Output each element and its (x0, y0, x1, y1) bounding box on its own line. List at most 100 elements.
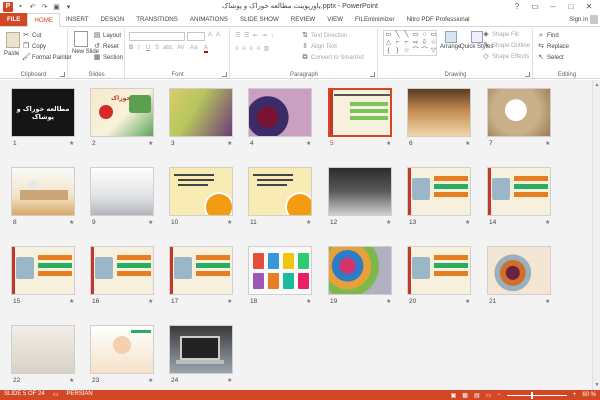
rectangle-shape-icon[interactable]: ▭ (384, 31, 393, 39)
redo-icon[interactable]: ↷ (40, 2, 49, 11)
shape-outline-button[interactable]: ✎ Shape Outline (482, 42, 530, 50)
ribbon-display-options-icon[interactable]: ▭ (526, 0, 544, 12)
slide-thumbnail[interactable] (487, 167, 551, 216)
increase-font-icon[interactable]: A (208, 32, 212, 38)
slide-thumbnail[interactable] (407, 88, 471, 137)
zoom-in-button[interactable]: + (573, 392, 577, 398)
maximize-button[interactable]: □ (562, 0, 580, 12)
paste-button[interactable]: Paste (4, 51, 19, 57)
tab-nitro-pdf[interactable]: Nitro PDF Professional (401, 13, 476, 26)
slide-thumbnail[interactable] (248, 246, 312, 295)
alignment-icon[interactable]: ≡ ≡ ≡ ≡ ▥ (235, 45, 270, 52)
slide-thumbnail[interactable] (90, 325, 154, 374)
layout-button[interactable]: ▤ Layout (93, 32, 121, 40)
brace-shape-icon[interactable]: { (384, 47, 393, 55)
paste-icon[interactable] (6, 32, 20, 48)
find-button[interactable]: ⌕ Find (537, 32, 559, 40)
slide-sorter-view-icon[interactable]: ▦ (462, 392, 468, 399)
minimize-button[interactable]: – (544, 0, 562, 12)
transition-star-icon[interactable]: ★ (465, 140, 470, 147)
paragraph-launcher-icon[interactable] (370, 72, 375, 77)
convert-smartart-button[interactable]: ⧉ Convert to SmartArt (301, 54, 365, 62)
copy-button[interactable]: ❐ Copy (22, 43, 46, 51)
underline-button[interactable]: U (146, 45, 150, 51)
arrow-down-shape-icon[interactable]: ⇩ (420, 39, 429, 47)
tab-slide-show[interactable]: SLIDE SHOW (234, 13, 285, 26)
transition-star-icon[interactable]: ★ (227, 377, 232, 384)
tab-design[interactable]: DESIGN (95, 13, 131, 26)
connector-shape-icon[interactable]: ⌐ (393, 39, 402, 47)
scroll-down-icon[interactable]: ▼ (594, 382, 600, 388)
section-button[interactable]: ▦ Section (93, 54, 123, 62)
save-icon[interactable]: ▪ (16, 2, 25, 11)
transition-star-icon[interactable]: ★ (465, 298, 470, 305)
line-shape-icon[interactable]: ╲ (393, 31, 402, 39)
sign-in-link[interactable]: Sign in (569, 16, 588, 23)
transition-star-icon[interactable]: ★ (306, 298, 311, 305)
arc-shape-icon[interactable]: ⌒ (411, 47, 420, 55)
slide-thumbnail[interactable] (11, 246, 75, 295)
slide-count-status[interactable]: SLIDE 5 OF 24 (4, 391, 45, 398)
transition-star-icon[interactable]: ★ (69, 219, 74, 226)
transition-star-icon[interactable]: ★ (69, 298, 74, 305)
bullets-icon[interactable]: ☰ ☰ ⇤ ⇥ ↕ (235, 32, 274, 39)
transition-star-icon[interactable]: ★ (545, 298, 550, 305)
arrange-button[interactable]: Arrange (440, 31, 461, 50)
tab-review[interactable]: REVIEW (285, 13, 321, 26)
zoom-slider[interactable] (506, 391, 567, 399)
transition-star-icon[interactable]: ★ (306, 140, 311, 147)
slide-thumbnail[interactable]: خوراک (90, 88, 154, 137)
clipboard-launcher-icon[interactable] (60, 72, 65, 77)
transition-star-icon[interactable]: ★ (386, 298, 391, 305)
italic-button[interactable]: I (138, 45, 140, 51)
transition-star-icon[interactable]: ★ (306, 219, 311, 226)
slide-thumbnail[interactable] (487, 246, 551, 295)
shapes-gallery[interactable]: ▭ ╲ ╲ ▭ ○ ▭ △ ⌐ ⌐ ⇨ ⇩ ☆ { } ☆ ⌒ ⌒ ▽ (383, 30, 437, 56)
transition-star-icon[interactable]: ★ (148, 140, 153, 147)
vertical-scrollbar[interactable]: ▲ ▼ (592, 80, 600, 390)
shape-effects-button[interactable]: ◇ Shape Effects (482, 53, 529, 61)
replace-button[interactable]: ⇆ Replace (537, 43, 569, 51)
slide-thumbnail[interactable] (169, 325, 233, 374)
transition-star-icon[interactable]: ★ (386, 219, 391, 226)
transition-star-icon[interactable]: ★ (148, 377, 153, 384)
character-spacing-button[interactable]: AV (177, 45, 185, 51)
triangle-shape-icon[interactable]: △ (384, 39, 393, 47)
align-text-button[interactable]: ⇳ Align Text (301, 43, 337, 51)
transition-star-icon[interactable]: ★ (465, 219, 470, 226)
arc-shape-icon[interactable]: ⌒ (420, 47, 429, 55)
slide-thumbnail[interactable] (328, 88, 392, 137)
zoom-level[interactable]: 60 % (582, 392, 596, 398)
transition-star-icon[interactable]: ★ (227, 219, 232, 226)
bold-button[interactable]: B (129, 45, 133, 51)
transition-star-icon[interactable]: ★ (227, 298, 232, 305)
language-status[interactable]: PERSIAN (66, 391, 92, 398)
zoom-slider-thumb[interactable] (530, 391, 533, 399)
font-name-combo[interactable] (129, 32, 185, 41)
scroll-up-icon[interactable]: ▲ (594, 82, 600, 88)
text-direction-button[interactable]: ⇅ Text Direction (301, 32, 347, 40)
start-from-beginning-icon[interactable]: ▣ (52, 2, 61, 11)
slide-thumbnail[interactable] (169, 167, 233, 216)
slide-thumbnail[interactable] (328, 246, 392, 295)
connector-shape-icon[interactable]: ⌐ (402, 39, 411, 47)
reading-view-icon[interactable]: ▤ (474, 392, 480, 399)
strikethrough-button[interactable]: abc (163, 45, 173, 51)
slide-thumbnail[interactable]: مطالعه خوراک و پوشاک (11, 88, 75, 137)
tab-file[interactable]: FILE (0, 13, 28, 26)
reset-button[interactable]: ↺ Reset (93, 43, 119, 51)
star-shape-icon[interactable]: ☆ (429, 39, 438, 47)
tab-transitions[interactable]: TRANSITIONS (130, 13, 184, 26)
shape-fill-button[interactable]: ◈ Shape Fill (482, 31, 518, 39)
transition-star-icon[interactable]: ★ (545, 219, 550, 226)
brace-shape-icon[interactable]: } (393, 47, 402, 55)
slide-thumbnail[interactable] (328, 167, 392, 216)
slide-thumbnail[interactable] (248, 167, 312, 216)
transition-star-icon[interactable]: ★ (69, 140, 74, 147)
transition-star-icon[interactable]: ★ (148, 298, 153, 305)
tab-insert[interactable]: INSERT (60, 13, 95, 26)
zoom-out-button[interactable]: − (497, 392, 501, 398)
powerpoint-logo-icon[interactable]: P (3, 1, 13, 12)
slide-thumbnail[interactable] (407, 246, 471, 295)
font-size-combo[interactable] (187, 32, 205, 41)
